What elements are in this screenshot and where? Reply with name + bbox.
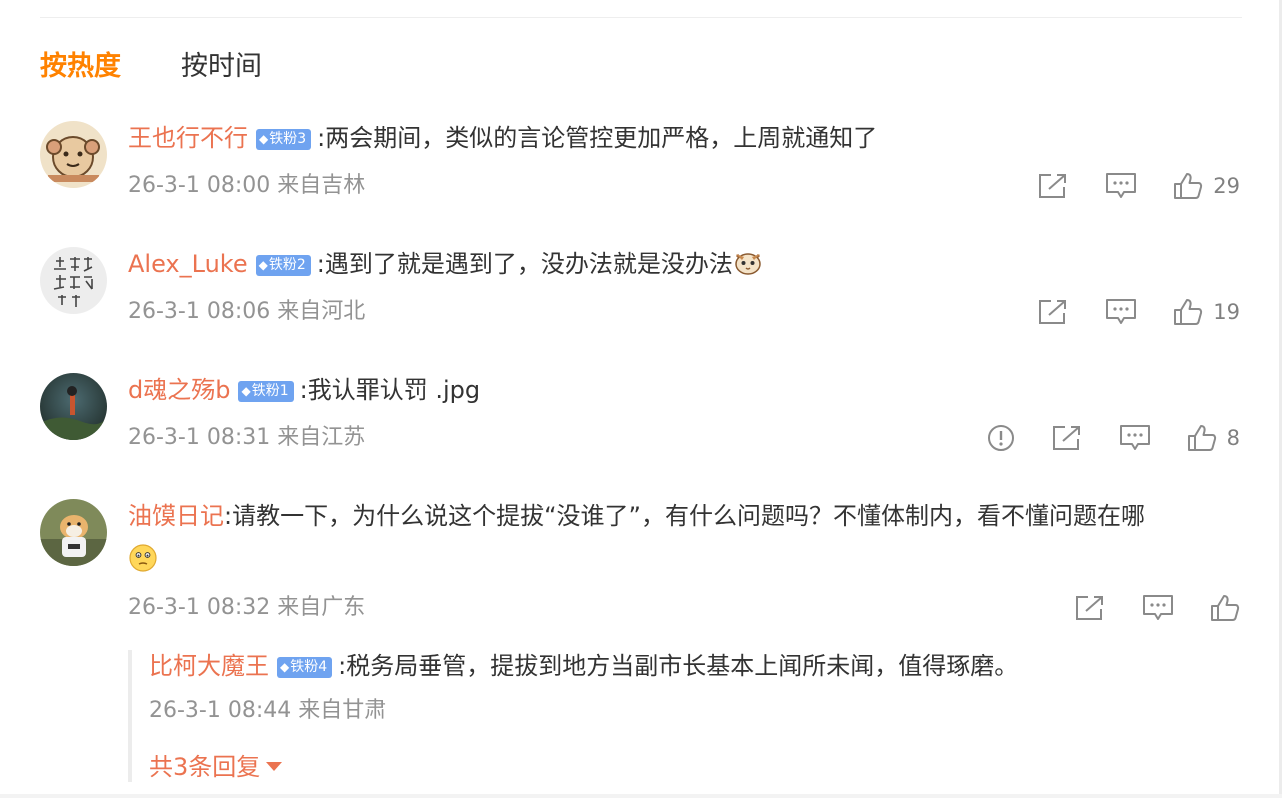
fan-badge[interactable]: ◆铁粉4: [277, 657, 333, 678]
diamond-icon: ◆: [259, 132, 269, 146]
reply-text-line: 比柯大魔王 ◆铁粉4:税务局垂管，提拔到地方当副市长基本上闻所未闻，值得琢磨。: [149, 650, 1018, 682]
fan-badge[interactable]: ◆铁粉2: [255, 255, 311, 276]
comment-button[interactable]: [1105, 172, 1137, 200]
thinking-face-emoji: [128, 543, 158, 573]
more-replies-label: 共3条回复: [149, 753, 261, 781]
diamond-icon: ◆: [241, 384, 251, 398]
reply-text: 税务局垂管，提拔到地方当副市长基本上闻所未闻，值得琢磨。: [346, 652, 1019, 680]
colon-separator: :: [316, 250, 325, 278]
comment-actions: 8: [951, 421, 1240, 455]
comment-text: 两会期间，类似的言论管控更加严格，上周就通知了: [325, 124, 878, 152]
share-button[interactable]: [1051, 424, 1083, 452]
reply-timestamp-location: 26-3-1 08:44 来自甘肃: [149, 698, 387, 723]
comment-meta: 26-3-1 08:31 来自江苏 8: [128, 421, 1240, 455]
like-icon: [1187, 425, 1216, 451]
share-icon: [1039, 300, 1067, 324]
like-icon: [1174, 299, 1203, 325]
comment-timestamp-location: 26-3-1 08:31 来自江苏: [128, 425, 366, 450]
like-icon: [1174, 173, 1203, 199]
share-icon: [1039, 174, 1067, 198]
avatar[interactable]: [40, 247, 107, 314]
comment-text-line: Alex_Luke ◆铁粉2:遇到了就是遇到了，没办法就是没办法: [128, 247, 1240, 281]
comment-meta: 26-3-1 08:00 来自吉林 29: [128, 169, 1240, 203]
comment-actions: 19: [1001, 295, 1240, 329]
comment-text-line: d魂之殇b ◆铁粉1:我认罪认罚 .jpg: [128, 373, 1240, 407]
share-button[interactable]: [1037, 298, 1069, 326]
cat-emoji: [733, 247, 763, 277]
comment-item: Alex_Luke ◆铁粉2:遇到了就是遇到了，没办法就是没办法 26-3-1 0…: [40, 247, 1240, 347]
comment-icon: [1106, 299, 1137, 324]
like-icon: [1211, 595, 1240, 621]
comment-item: 王也行不行 ◆铁粉3:两会期间，类似的言论管控更加严格，上周就通知了 26-3-1…: [40, 121, 1240, 221]
fan-badge-label: 铁粉3: [269, 131, 307, 147]
comment-icon: [1119, 425, 1150, 450]
fan-badge[interactable]: ◆铁粉3: [256, 129, 312, 150]
like-count: 8: [1226, 426, 1240, 450]
like-count: 19: [1213, 300, 1240, 324]
fan-badge-label: 铁粉4: [290, 659, 328, 675]
comment-text-line: 油馍日记:请教一下，为什么说这个提拔“没谁了”，有什么问题吗？不懂体制内，看不懂…: [128, 499, 1240, 533]
like-button[interactable]: 8: [1187, 421, 1240, 455]
username-link[interactable]: Alex_Luke: [128, 250, 248, 278]
comment-item: d魂之殇b ◆铁粉1:我认罪认罚 .jpg 26-3-1 08:31 来自江苏 8: [40, 373, 1240, 473]
comment-meta: 26-3-1 08:32 来自广东: [128, 591, 1240, 625]
avatar[interactable]: [40, 121, 107, 188]
comment-icon: [1106, 173, 1137, 198]
comment-text: 遇到了就是遇到了，没办法就是没办法: [324, 250, 733, 278]
comment-item: 油馍日记:请教一下，为什么说这个提拔“没谁了”，有什么问题吗？不懂体制内，看不懂…: [40, 499, 1240, 639]
caret-down-icon: [266, 762, 283, 771]
comment-button[interactable]: [1142, 594, 1174, 622]
colon-separator: :: [224, 502, 233, 530]
comment-actions: [1038, 591, 1240, 625]
fan-badge[interactable]: ◆铁粉1: [238, 381, 294, 402]
share-icon: [1076, 596, 1103, 620]
fan-badge-label: 铁粉1: [251, 383, 289, 399]
share-button[interactable]: [1037, 172, 1069, 200]
colon-separator: :: [299, 376, 308, 404]
diamond-icon: ◆: [258, 258, 268, 272]
comment-text-line-2: [128, 543, 1240, 580]
comment-button[interactable]: [1105, 298, 1137, 326]
diamond-icon: ◆: [280, 660, 290, 674]
more-replies-link[interactable]: 共3条回复: [149, 750, 283, 784]
comment-text-line: 王也行不行 ◆铁粉3:两会期间，类似的言论管控更加严格，上周就通知了: [128, 121, 1240, 155]
fan-badge-label: 铁粉2: [268, 257, 306, 273]
comment-text: 我认罪认罚 .jpg: [307, 376, 481, 404]
comment-button[interactable]: [1119, 424, 1151, 452]
comment-text: 请教一下，为什么说这个提拔“没谁了”，有什么问题吗？不懂体制内，看不懂问题在哪: [232, 502, 1145, 530]
top-divider: [40, 17, 1242, 18]
like-button[interactable]: 19: [1173, 295, 1240, 329]
bottom-edge: [0, 794, 1282, 798]
comment-actions: 29: [1001, 169, 1240, 203]
sort-tabs: 按热度 按时间: [40, 50, 262, 84]
comment-timestamp-location: 26-3-1 08:00 来自吉林: [128, 173, 366, 198]
tab-sort-by-time[interactable]: 按时间: [181, 50, 262, 84]
username-link[interactable]: d魂之殇b: [128, 376, 230, 404]
comment-timestamp-location: 26-3-1 08:06 来自河北: [128, 299, 366, 324]
avatar[interactable]: [40, 373, 107, 440]
comment-icon: [1143, 595, 1173, 620]
reply-username-link[interactable]: 比柯大魔王: [149, 652, 269, 680]
like-button[interactable]: 29: [1173, 169, 1240, 203]
report-button[interactable]: [987, 424, 1015, 452]
like-count: 29: [1213, 174, 1240, 198]
share-icon: [1052, 426, 1080, 450]
avatar[interactable]: [40, 499, 107, 566]
report-icon: [987, 425, 1014, 451]
reply-thread: 比柯大魔王 ◆铁粉4:税务局垂管，提拔到地方当副市长基本上闻所未闻，值得琢磨。 2…: [128, 650, 1240, 782]
comment-meta: 26-3-1 08:06 来自河北 19: [128, 295, 1240, 329]
username-link[interactable]: 油馍日记: [128, 502, 224, 530]
username-link[interactable]: 王也行不行: [128, 124, 248, 152]
comment-timestamp-location: 26-3-1 08:32 来自广东: [128, 595, 366, 620]
tab-sort-by-hot[interactable]: 按热度: [40, 50, 121, 84]
share-button[interactable]: [1074, 594, 1106, 622]
like-button[interactable]: [1210, 594, 1240, 622]
